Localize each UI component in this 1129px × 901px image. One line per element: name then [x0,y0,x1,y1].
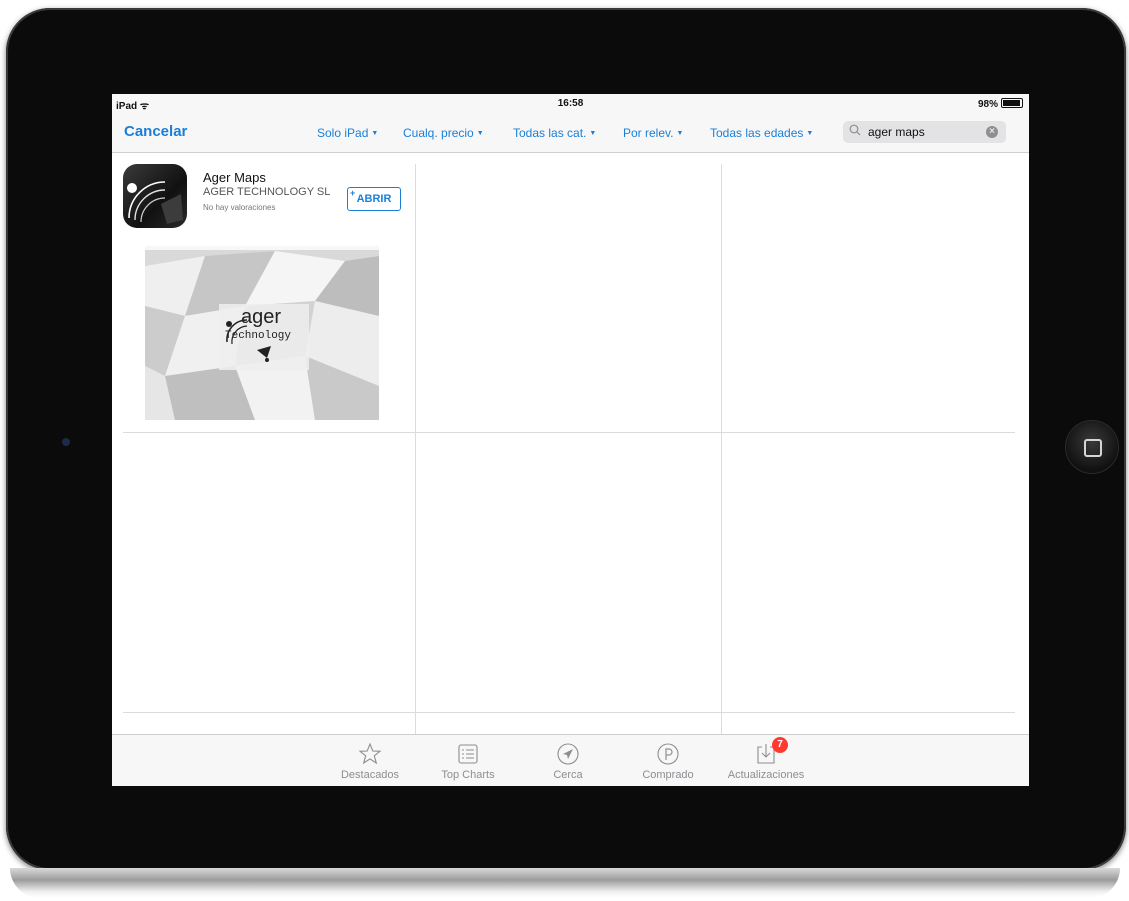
app-screenshot[interactable]: ager Technology [145,246,379,420]
caret-down-icon: ▼ [476,130,484,137]
tab-label: Actualizaciones [727,769,805,781]
open-button-label: ABRIR [356,193,392,205]
screenshot-logo-text: ager [241,306,282,328]
filter-price[interactable]: Cualq. precio ▼ [403,126,484,140]
cancel-button[interactable]: Cancelar [124,123,187,140]
front-camera [62,438,70,446]
search-field[interactable]: ager maps × [843,121,1006,143]
app-icon[interactable] [123,164,187,228]
home-button[interactable] [1066,421,1118,473]
caret-down-icon: ▼ [676,130,684,137]
filter-age[interactable]: Todas las edades ▼ [710,126,813,140]
open-button[interactable]: + ABRIR [347,187,401,211]
filter-sort[interactable]: Por relev. ▼ [623,126,683,140]
status-bar: iPad ᯤ 16:58 98% [112,94,1029,114]
filter-category[interactable]: Todas las cat. ▼ [513,126,596,140]
battery-indicator: 98% [978,98,1023,110]
caret-down-icon: ▼ [589,130,597,137]
device-reflection [10,868,1120,898]
tab-actualizaciones[interactable]: 7 Actualizaciones [718,737,814,781]
tab-cerca[interactable]: Cerca [520,741,616,781]
updates-icon [718,741,814,767]
filter-price-label: Cualq. precio [403,126,474,140]
updates-badge: 7 [772,737,788,753]
tab-comprado[interactable]: Comprado [620,741,716,781]
purchased-icon [620,741,716,767]
battery-icon [1001,98,1023,108]
tab-label: Top Charts [441,769,495,781]
caret-down-icon: ▼ [371,130,379,137]
tab-bar: Destacados Top Charts Cerca Comprado 7 A… [112,734,1029,786]
caret-down-icon: ▼ [806,130,814,137]
search-icon [849,124,861,139]
location-icon [520,741,616,767]
grid-divider [123,432,1015,433]
app-rating: No hay valoraciones [203,203,276,212]
search-input[interactable]: ager maps [868,125,925,139]
tab-label: Cerca [553,769,583,781]
battery-percent: 98% [977,99,998,110]
filter-age-label: Todas las edades [710,126,804,140]
star-icon [322,741,418,767]
grid-divider [415,164,416,734]
plus-icon: + [350,188,356,198]
clock: 16:58 [557,98,584,109]
search-nav-bar: Cancelar Solo iPad ▼ Cualq. precio ▼ Todas… [112,114,1029,153]
grid-divider [721,164,722,734]
app-developer: AGER TECHNOLOGY SL [203,186,331,198]
filter-category-label: Todas las cat. [513,126,587,140]
screenshot-logo-subtext: Technology [225,330,292,342]
clear-search-icon[interactable]: × [986,126,998,138]
app-title: Ager Maps [203,170,266,185]
tab-label: Destacados [340,769,400,781]
app-store-screen: iPad ᯤ 16:58 98% Cancelar Solo iPad ▼ Cua… [112,94,1029,786]
filter-device-label: Solo iPad [317,126,369,140]
tab-top-charts[interactable]: Top Charts [420,741,516,781]
tab-label: Comprado [642,769,694,781]
tab-destacados[interactable]: Destacados [322,741,418,781]
grid-divider [123,712,1015,713]
filter-sort-label: Por relev. [623,126,674,140]
filter-device[interactable]: Solo iPad ▼ [317,126,378,140]
home-square-icon [1084,439,1102,457]
list-icon [420,741,516,767]
